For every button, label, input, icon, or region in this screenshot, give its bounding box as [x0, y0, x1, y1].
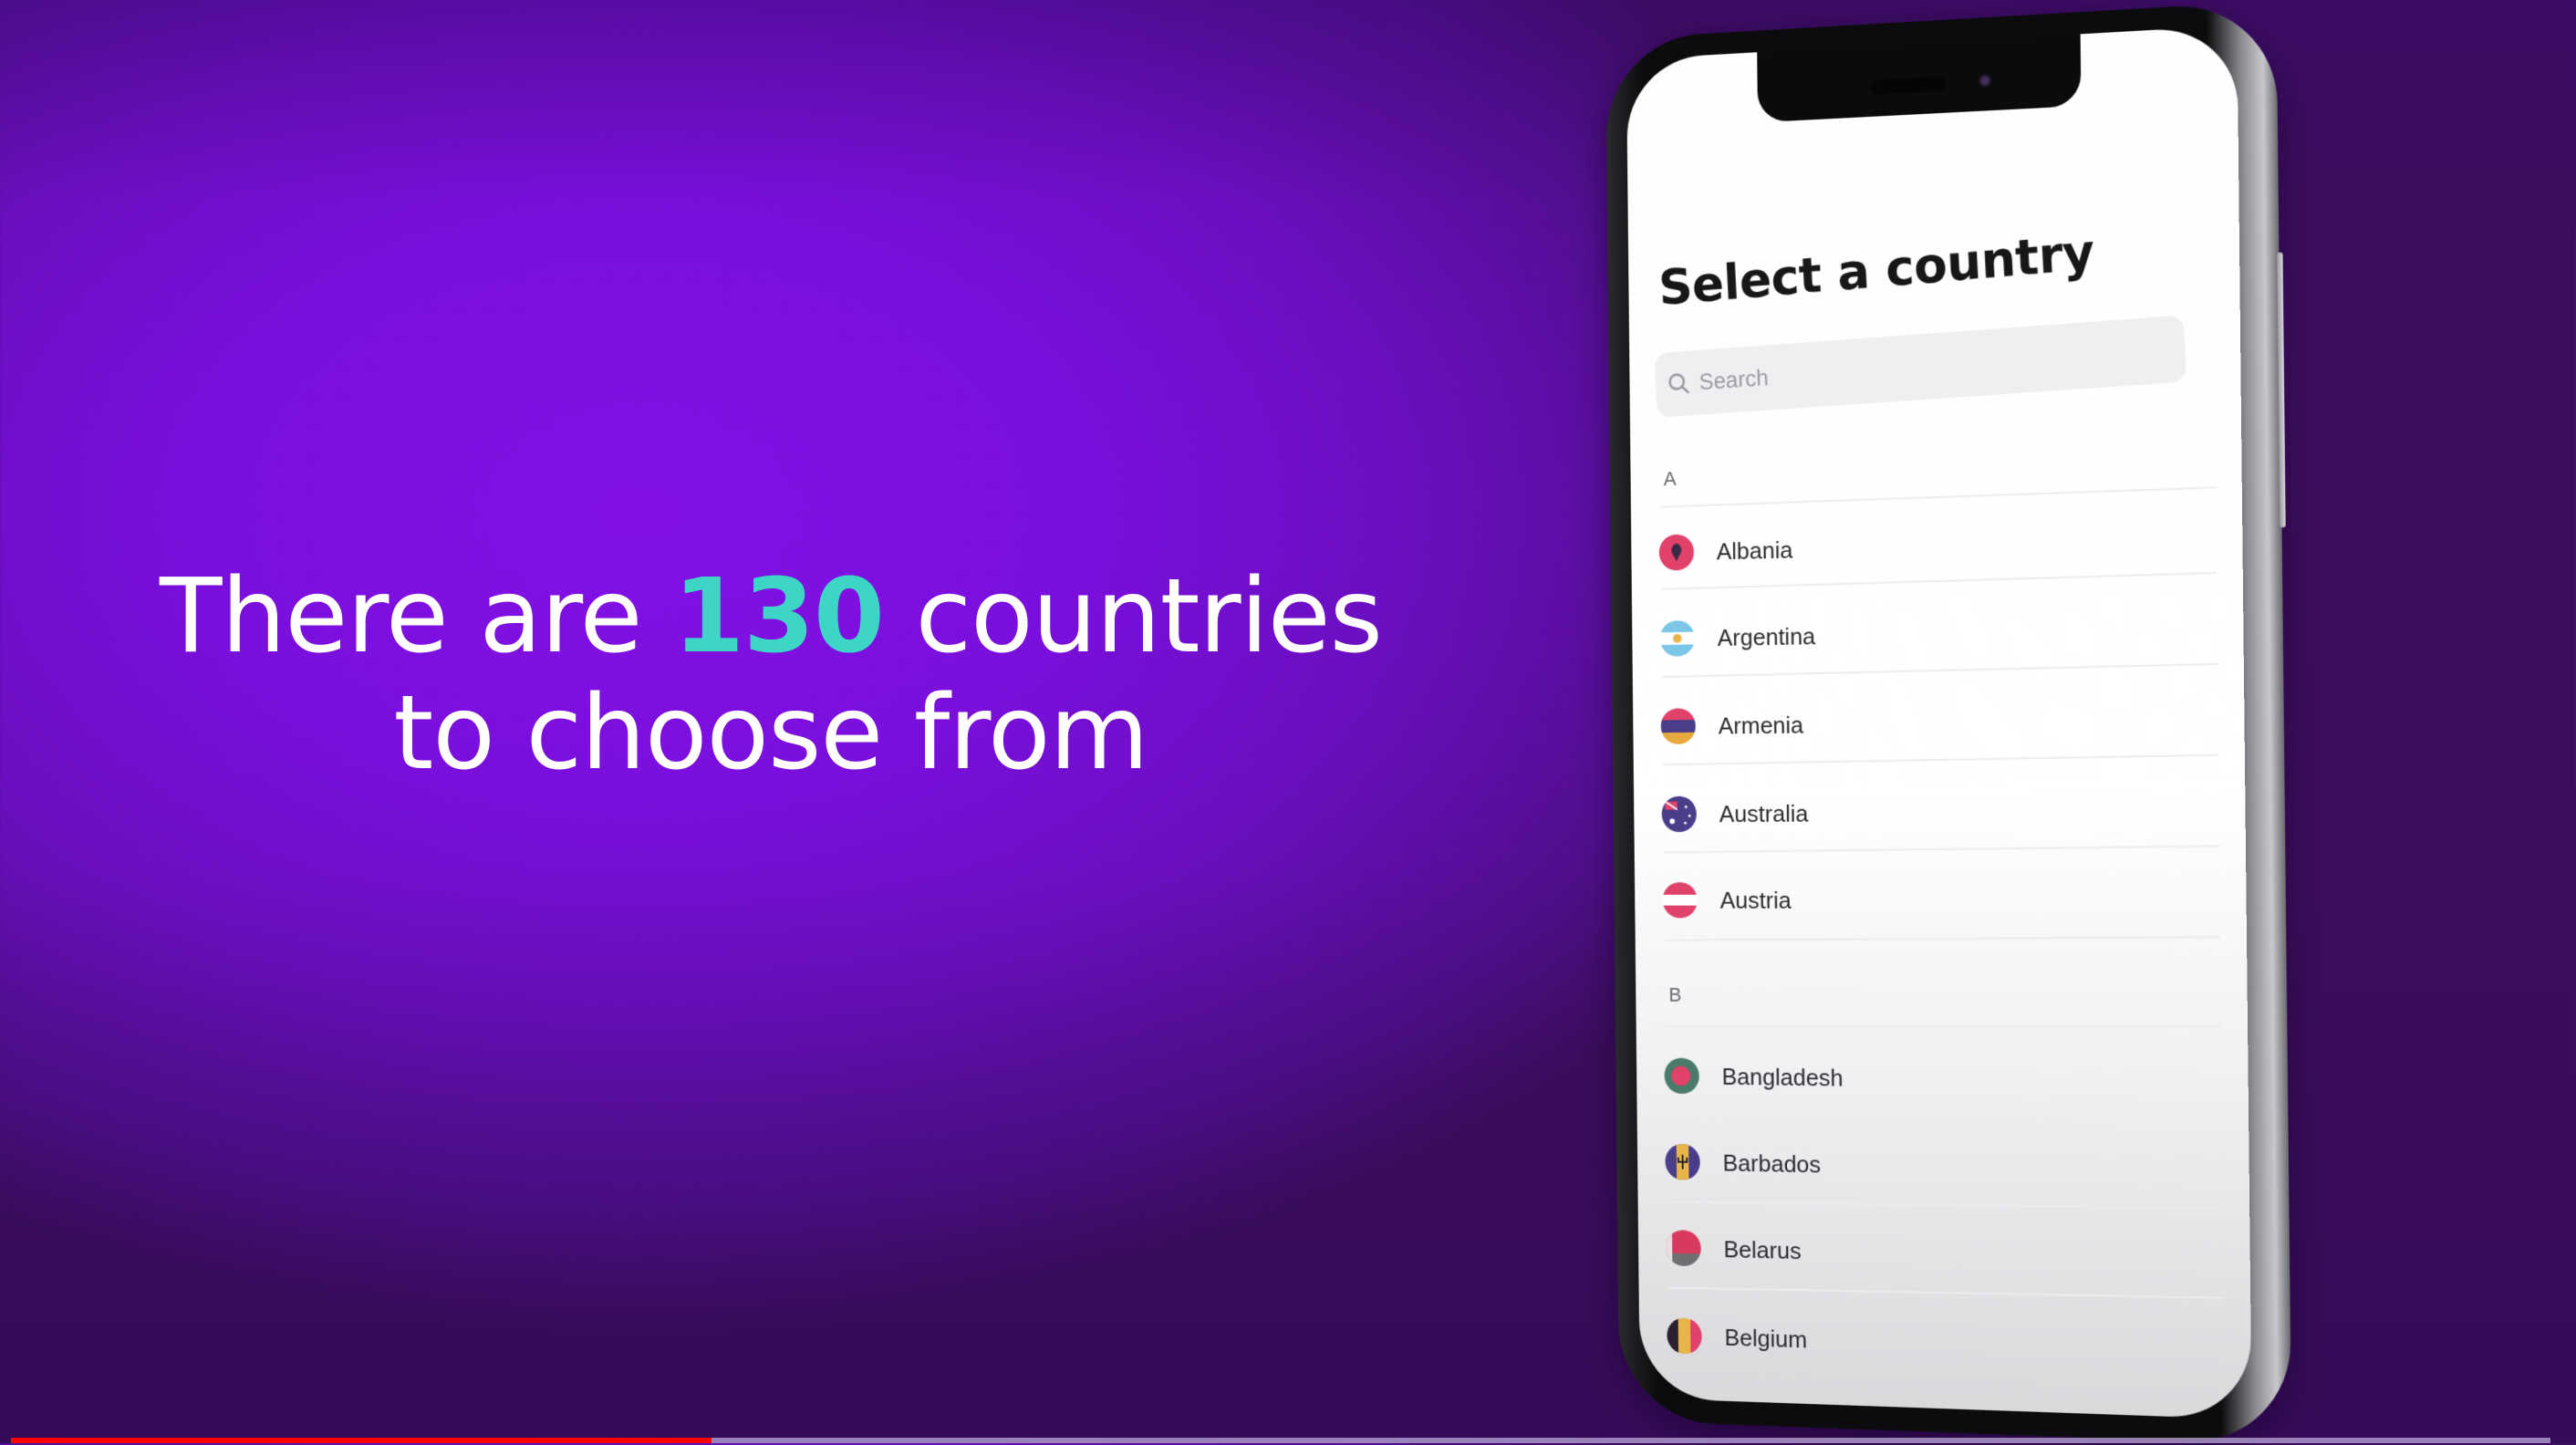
country-row-argentina[interactable]: Argentina [1659, 597, 2218, 670]
bangladesh-flag-icon [1664, 1057, 1699, 1095]
country-name: Belgium [1724, 1323, 1808, 1353]
country-row-austria[interactable]: Austria [1662, 868, 2220, 933]
australia-flag-icon [1661, 795, 1698, 833]
search-placeholder: Search [1698, 364, 1770, 395]
belarus-flag-icon [1666, 1229, 1701, 1267]
country-name: Albania [1716, 535, 1793, 565]
country-row-belgium[interactable]: Belgium [1667, 1304, 2225, 1385]
country-row-albania[interactable]: Albania [1658, 508, 2217, 585]
section-header-a: A [1663, 467, 1677, 491]
country-row-belarus[interactable]: Belarus [1666, 1216, 2224, 1294]
armenia-flag-icon [1660, 708, 1697, 744]
divider [1660, 486, 2217, 508]
section-header-b: B [1668, 983, 1682, 1006]
country-name: Belarus [1723, 1234, 1802, 1264]
headline-text-before: There are [160, 557, 674, 676]
barbados-flag-icon [1665, 1143, 1700, 1180]
argentina-flag-icon [1659, 619, 1696, 657]
search-icon [1666, 369, 1693, 398]
country-row-bangladesh[interactable]: Bangladesh [1664, 1045, 2222, 1116]
headline-text-after: countries [883, 557, 1383, 676]
country-name: Austria [1719, 886, 1792, 914]
country-name: Armenia [1718, 711, 1804, 739]
headline-line-1: There are 130 countries [91, 558, 1450, 675]
search-input[interactable]: Search [1654, 315, 2187, 418]
phone-side-button [2278, 331, 2286, 528]
country-row-australia[interactable]: Australia [1661, 779, 2219, 846]
country-count: 130 [673, 557, 885, 676]
screen-title: Select a country [1657, 223, 2096, 317]
divider [1665, 1024, 2222, 1028]
headline: There are 130 countries to choose from [91, 558, 1450, 792]
austria-flag-icon [1662, 882, 1698, 919]
headline-line-2: to choose from [393, 674, 1148, 793]
divider [1664, 936, 2221, 941]
phone-screen: Select a country Search A Albania Argent… [1626, 25, 2252, 1419]
country-row-barbados[interactable]: Barbados [1665, 1130, 2223, 1205]
video-progress-bar[interactable] [11, 1438, 2550, 1443]
divider [1664, 845, 2220, 854]
country-name: Bangladesh [1721, 1062, 1844, 1092]
speaker-grille [1870, 76, 1947, 96]
country-name: Australia [1719, 799, 1809, 827]
divider [1666, 1115, 2223, 1121]
country-name: Barbados [1722, 1149, 1822, 1178]
country-row-armenia[interactable]: Armenia [1660, 688, 2218, 758]
albania-flag-icon [1658, 534, 1695, 571]
video-progress-fill [11, 1438, 712, 1443]
belgium-flag-icon [1667, 1317, 1702, 1355]
front-camera-icon [1979, 73, 1992, 88]
phone-mockup: Select a country Search A Albania Argent… [1605, 0, 2292, 1445]
country-name: Argentina [1717, 621, 1816, 651]
